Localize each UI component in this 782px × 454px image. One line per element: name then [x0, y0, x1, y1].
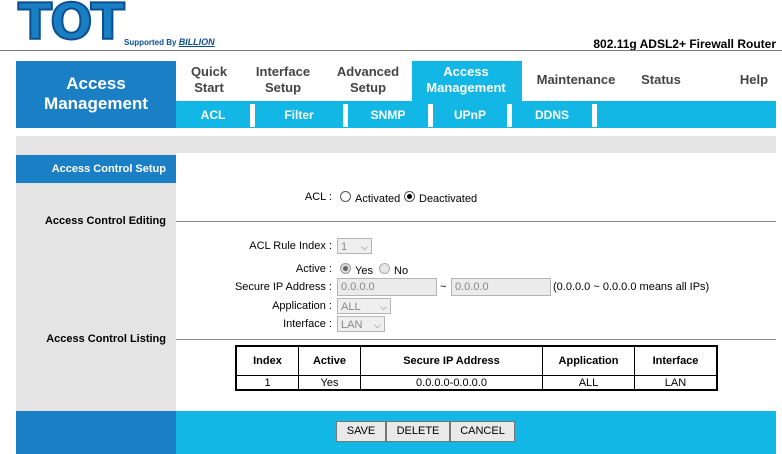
section-title: Access Management [44, 74, 148, 113]
tab-advanced-setup[interactable]: Advanced Setup [330, 64, 406, 96]
active-yes-radio[interactable] [340, 263, 351, 274]
active-no-label: No [394, 265, 409, 277]
rule-index-select[interactable]: 1 ⌵ [337, 238, 372, 254]
chevron-down-icon: ⌵ [374, 320, 381, 330]
chevron-down-icon: ⌵ [361, 242, 368, 252]
header-divider [0, 50, 782, 51]
interface-label: Interface : [283, 318, 332, 330]
logo-sub-brand: BILLION [178, 37, 215, 47]
logo-text: TOT [17, 0, 126, 51]
tab-help[interactable]: Help [732, 72, 776, 88]
table-header-row: Index Active Secure IP Address Applicati… [236, 346, 717, 376]
ip-range-tilde: ~ [440, 281, 447, 293]
section-divider [176, 339, 776, 340]
delete-button[interactable]: DELETE [386, 421, 450, 442]
left-label-access-control-setup: Access Control Setup [51, 163, 166, 175]
secure-ip-start-input[interactable]: 0.0.0.0 [337, 278, 437, 296]
secure-ip-end-input[interactable]: 0.0.0.0 [451, 278, 551, 296]
acl-deactivated-radio[interactable] [404, 191, 415, 202]
save-button[interactable]: SAVE [336, 421, 386, 442]
active-label: Active : [295, 263, 332, 275]
product-name: 802.11g ADSL2+ Firewall Router [593, 37, 776, 51]
secure-ip-label: Secure IP Address : [234, 281, 332, 293]
column-header-secure-ip: Secure IP Address [360, 346, 543, 376]
tab-interface-setup[interactable]: Interface Setup [248, 64, 318, 96]
acl-activated-radio[interactable] [340, 191, 351, 202]
column-header-index: Index [236, 346, 299, 376]
subtab-filter[interactable]: Filter [255, 101, 343, 128]
chevron-down-icon: ⌵ [380, 302, 387, 312]
acl-activated-label: Activated [355, 193, 401, 205]
cell-active: Yes [298, 375, 361, 390]
left-label-access-control-listing: Access Control Listing [46, 333, 166, 345]
left-label-access-control-editing: Access Control Editing [44, 215, 166, 227]
cell-application: ALL [542, 375, 635, 390]
content-top-bar [16, 136, 776, 153]
rule-index-value: 1 [341, 241, 348, 253]
section-divider [176, 221, 776, 222]
logo-subtitle: Supported By BILLION [124, 37, 215, 47]
active-yes-label: Yes [355, 265, 373, 277]
tab-maintenance[interactable]: Maintenance [530, 72, 622, 88]
footer-left-panel [16, 411, 176, 454]
interface-select[interactable]: LAN ⌵ [337, 316, 385, 332]
application-value: ALL [341, 301, 361, 313]
secure-ip-hint: (0.0.0.0 ~ 0.0.0.0 means all IPs) [553, 281, 710, 293]
logo-sub-prefix: Supported By [124, 38, 177, 47]
subtab-upnp[interactable]: UPnP [433, 101, 507, 128]
subtab-acl[interactable]: ACL [176, 101, 250, 128]
acl-deactivated-label: Deactivated [419, 193, 478, 205]
cell-index: 1 [236, 375, 299, 390]
interface-value: LAN [341, 319, 363, 331]
application-select[interactable]: ALL ⌵ [337, 298, 391, 314]
rule-index-label: ACL Rule Index : [249, 240, 332, 252]
cell-interface: LAN [634, 375, 717, 390]
column-header-application: Application [542, 346, 635, 376]
access-control-table: Index Active Secure IP Address Applicati… [235, 345, 718, 391]
subtab-divider [592, 104, 597, 127]
acl-label: ACL : [304, 191, 332, 203]
subtab-ddns[interactable]: DDNS [512, 101, 592, 128]
column-header-interface: Interface [634, 346, 717, 376]
column-header-active: Active [298, 346, 361, 376]
tab-status[interactable]: Status [634, 72, 688, 88]
tab-access-management[interactable]: Access Management [418, 64, 514, 96]
cell-secure-ip: 0.0.0.0-0.0.0.0 [360, 375, 543, 390]
subtab-snmp[interactable]: SNMP [348, 101, 428, 128]
table-row: 1 Yes 0.0.0.0-0.0.0.0 ALL LAN [236, 375, 717, 390]
left-column [16, 153, 176, 411]
cancel-button[interactable]: CANCEL [450, 421, 515, 442]
tab-quick-start[interactable]: Quick Start [182, 64, 236, 96]
active-no-radio[interactable] [379, 263, 390, 274]
application-label: Application : [272, 300, 332, 312]
